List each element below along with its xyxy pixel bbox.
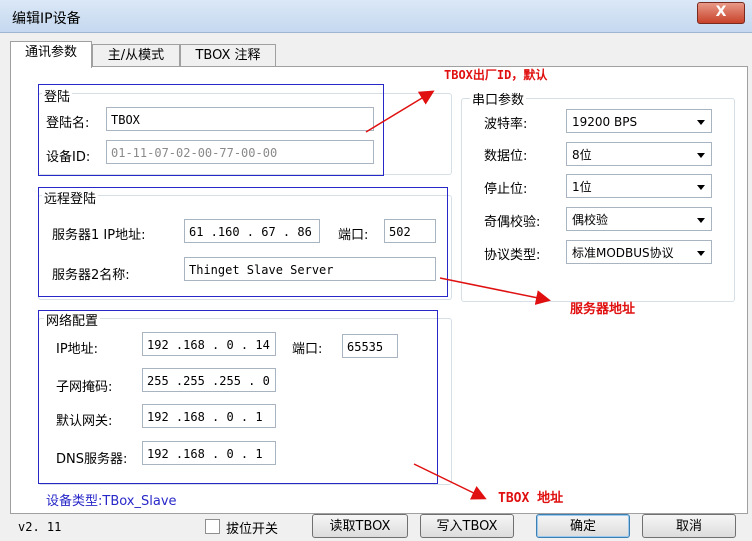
dip-switch-label: 拔位开关 (226, 522, 279, 537)
read-tbox-button[interactable]: 读取TBOX (312, 514, 408, 538)
version-label: v2. 11 (18, 520, 62, 534)
arrow-tbox-address (413, 463, 487, 500)
ok-button[interactable]: 确定 (536, 514, 630, 538)
annotation-tbox-address: TBOX 地址 (498, 491, 564, 506)
cancel-button[interactable]: 取消 (642, 514, 736, 538)
annotation-arrows (365, 90, 551, 500)
write-tbox-button[interactable]: 写入TBOX (420, 514, 514, 538)
dip-switch-checkbox[interactable] (205, 519, 220, 534)
annotation-factory-id: TBOX出厂ID，默认 (444, 68, 548, 82)
annotation-server-address: 服务器地址 (570, 302, 636, 317)
tab-comm-params[interactable]: 通讯参数 (10, 41, 92, 68)
arrow-server-address (439, 277, 551, 305)
arrow-device-id (365, 90, 435, 133)
